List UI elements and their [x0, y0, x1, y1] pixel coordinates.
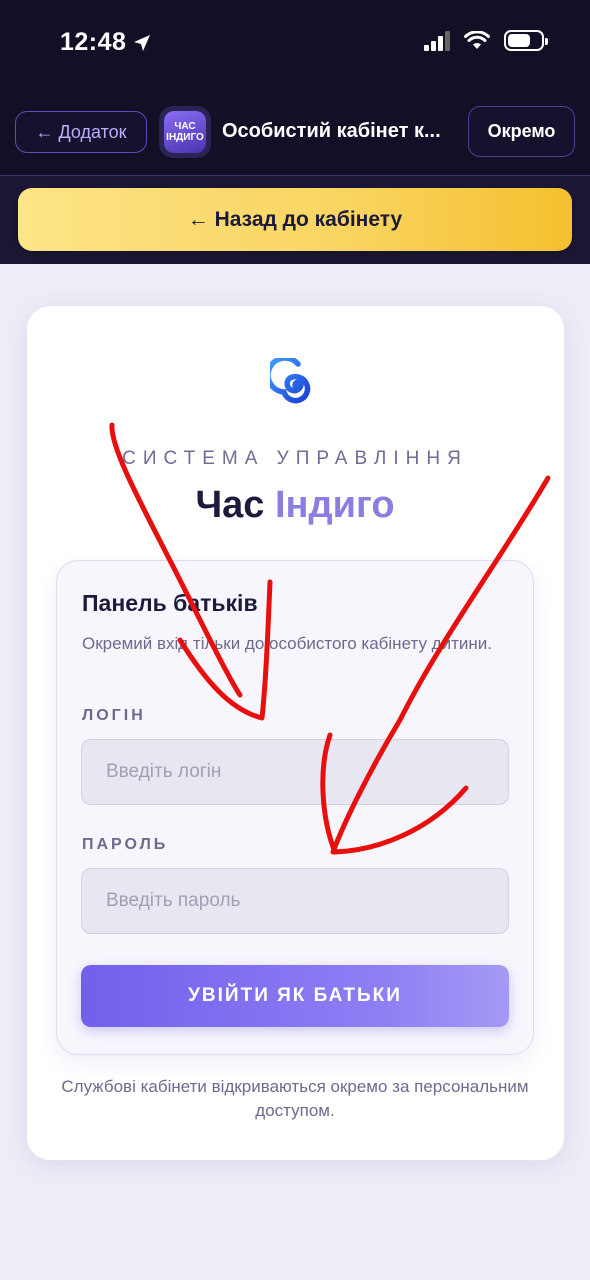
- brand-name: Час Індиго: [0, 484, 590, 527]
- system-label: Система управління: [122, 448, 468, 469]
- app-icon-line2: ІНДИГО: [166, 132, 204, 143]
- spiral-logo-icon: [270, 358, 311, 404]
- cellular-signal-icon: [424, 30, 450, 51]
- app-icon: ЧАС ІНДИГО: [159, 106, 211, 158]
- back-to-app-button[interactable]: ← Додаток: [15, 111, 147, 153]
- app-icon-line1: ЧАС: [174, 121, 196, 132]
- footnote: Службові кабінети відкриваються окремо з…: [61, 1077, 529, 1120]
- location-arrow-icon: [134, 34, 151, 51]
- wifi-icon: [464, 30, 490, 49]
- panel-description: Окремий вхід тільки до особистого кабіне…: [82, 634, 492, 653]
- status-time-text: 12:48: [60, 28, 127, 56]
- password-label: ПАРОЛЬ: [82, 836, 169, 853]
- brand-name-part2: Індиго: [275, 484, 395, 526]
- battery-icon: [504, 30, 548, 51]
- login-label: ЛОГІН: [82, 707, 146, 724]
- login-as-parent-button[interactable]: УВІЙТИ ЯК БАТЬКИ: [81, 965, 509, 1027]
- back-to-cabinet-button[interactable]: ← Назад до кабінету: [18, 188, 572, 251]
- app-header: 12:48 ← Додаток ЧАС ІНДИГО Особистий каб…: [0, 0, 590, 176]
- open-separately-button[interactable]: Окремо: [468, 106, 575, 157]
- brand-name-part1: Час: [195, 484, 265, 526]
- header-title: Особистий кабінет к...: [222, 120, 441, 142]
- login-input[interactable]: [81, 739, 509, 805]
- status-indicators: [424, 30, 548, 51]
- password-input[interactable]: [81, 868, 509, 934]
- status-time: 12:48: [60, 28, 152, 57]
- panel-title: Панель батьків: [82, 590, 258, 616]
